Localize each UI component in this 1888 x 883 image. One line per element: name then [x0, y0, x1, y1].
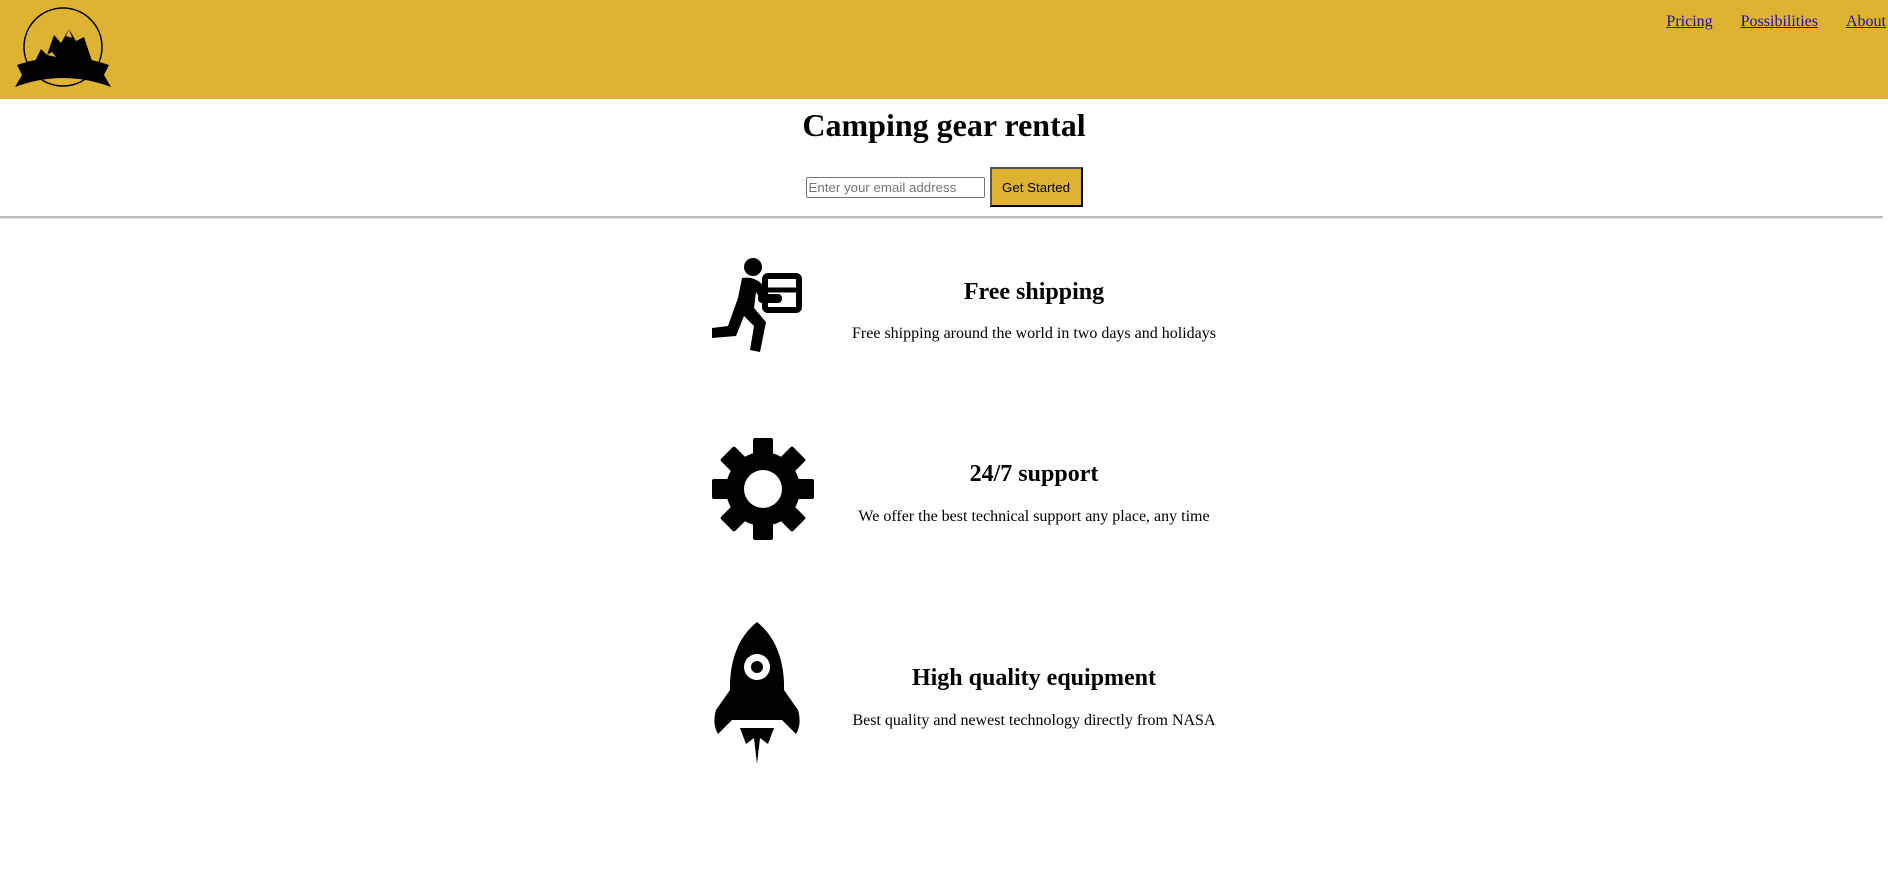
feature-title: Free shipping [963, 279, 1105, 305]
rocket-icon [714, 622, 800, 764]
main-nav: Pricing Possibilities About [1638, 13, 1886, 31]
site-header: Pricing Possibilities About [0, 0, 1888, 99]
feature-description: Free shipping around the world in two da… [852, 325, 1216, 342]
divider [0, 216, 1883, 219]
feature-title: High quality equipment [911, 665, 1157, 691]
page-title: Camping gear rental [802, 107, 1086, 143]
feature-description: Best quality and newest technology direc… [852, 712, 1216, 729]
gear-icon [712, 438, 814, 540]
feature-description: We offer the best technical support any … [858, 508, 1210, 525]
nav-link-possibilities[interactable]: Possibilities [1741, 13, 1818, 31]
mountain-logo-icon[interactable] [14, 3, 112, 91]
email-input[interactable] [805, 176, 985, 198]
delivery-person-icon [712, 258, 802, 352]
get-started-button[interactable]: Get Started [989, 167, 1083, 207]
feature-title: 24/7 support [969, 461, 1099, 487]
signup-form: Get Started [0, 167, 1888, 207]
nav-link-pricing[interactable]: Pricing [1666, 13, 1712, 31]
nav-link-about[interactable]: About [1846, 13, 1886, 31]
